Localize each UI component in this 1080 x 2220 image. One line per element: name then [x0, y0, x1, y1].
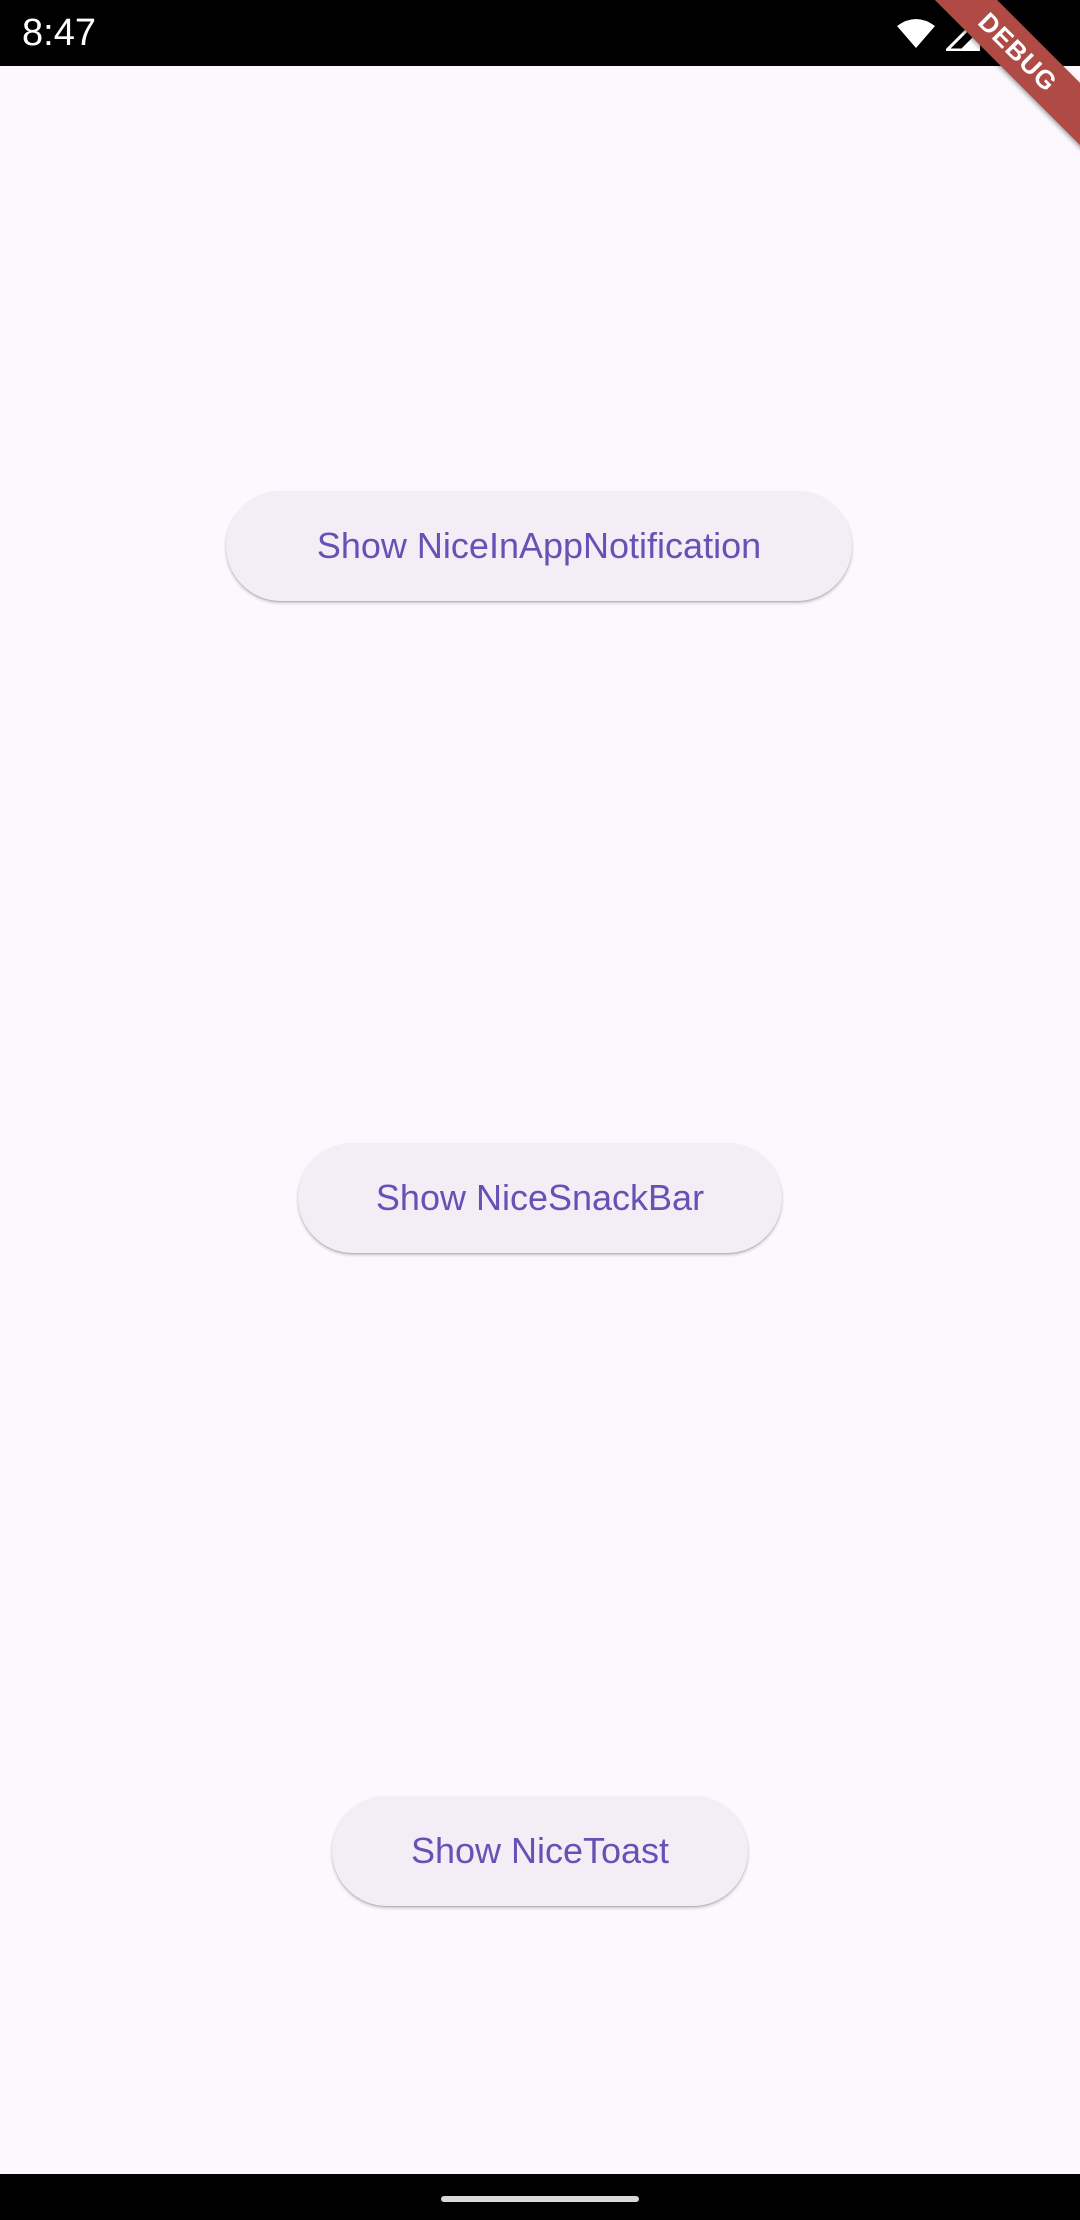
wifi-icon — [896, 18, 936, 50]
home-indicator[interactable] — [441, 2196, 639, 2202]
show-nice-snackbar-button[interactable]: Show NiceSnackBar — [298, 1143, 782, 1253]
status-time: 8:47 — [22, 12, 96, 54]
app-screen: 8:47 DEBUG Show NiceInAppNotification Sh… — [0, 0, 1080, 2220]
show-nice-in-app-notification-button[interactable]: Show NiceInAppNotification — [226, 491, 852, 601]
show-nice-toast-button[interactable]: Show NiceToast — [332, 1796, 748, 1906]
status-bar: 8:47 — [0, 0, 1080, 66]
navigation-bar — [0, 2174, 1080, 2220]
